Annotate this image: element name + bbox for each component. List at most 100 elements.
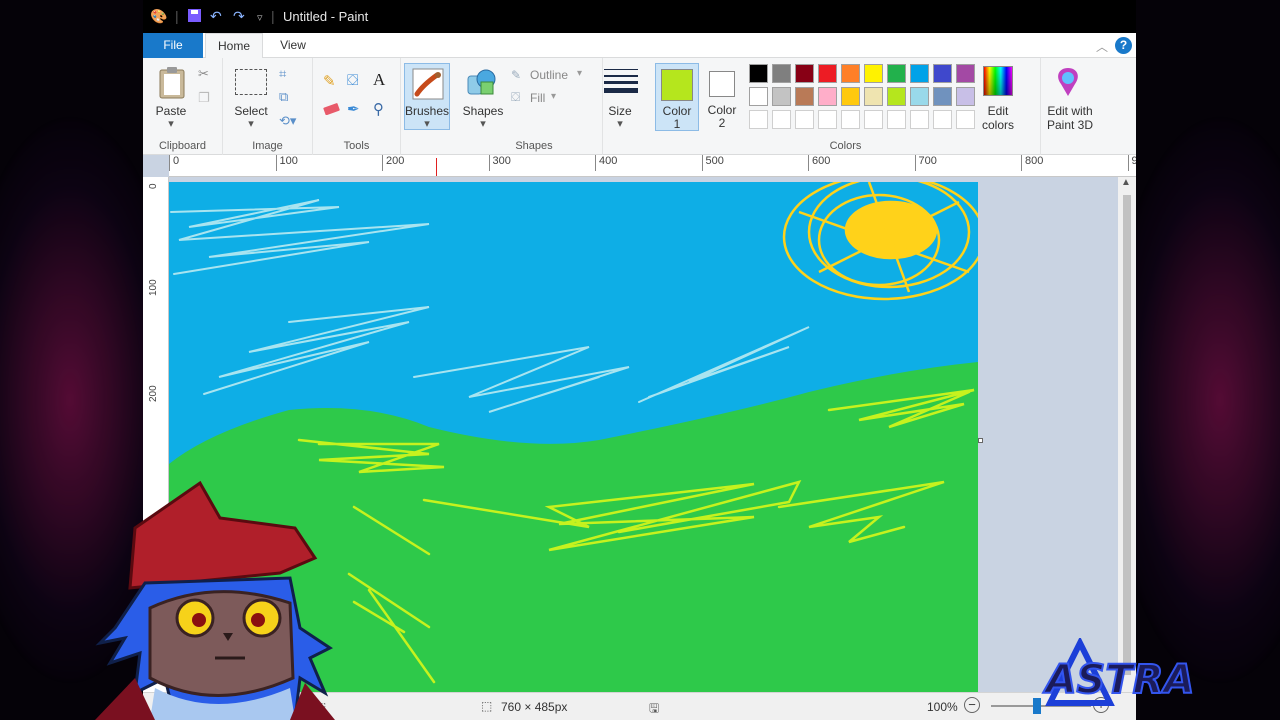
eraser-icon[interactable] <box>323 102 341 120</box>
palette-swatch[interactable] <box>864 64 883 83</box>
paste-button[interactable] <box>157 66 187 105</box>
palette-swatch[interactable] <box>749 87 768 106</box>
palette-swatch[interactable] <box>910 64 929 83</box>
colors-group-label: Colors <box>829 140 862 152</box>
tab-view[interactable]: View <box>268 33 318 58</box>
image-size-icon: ⬚ <box>481 699 493 713</box>
brushes-button[interactable]: Brushes ▾ <box>404 63 450 130</box>
ruler-tick-label: 500 <box>701 155 724 171</box>
size-button[interactable]: Size ▾ <box>603 58 651 136</box>
palette-swatch[interactable] <box>956 64 975 83</box>
custom-color-slot[interactable] <box>749 110 768 129</box>
ribbon-tabs: File Home View ︿ ? <box>143 33 1136 59</box>
scroll-up-icon[interactable]: ▲ <box>1121 177 1131 188</box>
image-size: 760 × 485px <box>501 700 568 714</box>
edit-colors-button[interactable] <box>983 66 1013 96</box>
select-label: Select <box>234 104 268 118</box>
palette-swatch[interactable] <box>933 64 952 83</box>
palette-swatch[interactable] <box>887 64 906 83</box>
palette-swatch[interactable] <box>795 64 814 83</box>
outline-dropdown-icon[interactable]: ▾ <box>577 68 582 79</box>
select-button[interactable] <box>235 69 267 95</box>
shapes-button[interactable] <box>465 66 499 103</box>
paint3d-group: Edit with Paint 3D <box>1041 58 1099 155</box>
shapes-group-label: Shapes <box>515 140 553 152</box>
text-icon[interactable]: A <box>373 70 385 90</box>
collapse-ribbon-icon[interactable]: ︿ <box>1096 38 1108 55</box>
undo-icon[interactable]: ↶ <box>210 8 222 25</box>
vertical-scrollbar[interactable]: ▲ <box>1118 177 1136 692</box>
shapes-dropdown-icon[interactable]: ▾ <box>461 117 505 130</box>
cut-icon[interactable]: ✂ <box>198 66 209 82</box>
help-icon[interactable]: ? <box>1115 37 1132 54</box>
ruler-cursor-marker <box>436 158 437 176</box>
fill-dropdown-icon[interactable]: ▾ <box>551 91 556 102</box>
title-bar: 🎨 | ↶ ↷ ▿ | Untitled - Paint <box>143 0 1136 33</box>
zoom-out-icon[interactable]: − <box>964 697 980 713</box>
palette-swatch[interactable] <box>772 64 791 83</box>
paint-app-icon: 🎨 <box>150 8 168 24</box>
paint3d-icon[interactable] <box>1053 66 1083 103</box>
fill-bucket-icon[interactable]: ⛋ <box>347 72 358 89</box>
ruler-tick-label: 100 <box>148 278 159 296</box>
custom-color-slot[interactable] <box>864 110 883 129</box>
resize-icon[interactable]: ⧉ <box>279 89 288 105</box>
palette-swatch[interactable] <box>795 87 814 106</box>
save-icon[interactable] <box>187 8 202 26</box>
separator: | <box>175 8 179 24</box>
custom-color-slot[interactable] <box>933 110 952 129</box>
palette-swatch[interactable] <box>818 87 837 106</box>
size-group: Size ▾ <box>603 58 651 155</box>
palette-swatch[interactable] <box>910 87 929 106</box>
ribbon: Paste ▾ ✂ ❐ Clipboard Select ▾ ⌗ ⧉ ⟲▾ Im… <box>143 58 1136 155</box>
palette-swatch[interactable] <box>772 87 791 106</box>
fill-label[interactable]: Fill <box>530 91 545 105</box>
custom-color-slot[interactable] <box>910 110 929 129</box>
custom-color-slot[interactable] <box>818 110 837 129</box>
brushes-dropdown-icon[interactable]: ▾ <box>405 117 449 130</box>
separator: | <box>271 8 275 24</box>
palette-swatch[interactable] <box>818 64 837 83</box>
image-group: Select ▾ ⌗ ⧉ ⟲▾ Image <box>223 58 313 155</box>
palette-swatch[interactable] <box>864 87 883 106</box>
palette-swatch[interactable] <box>841 64 860 83</box>
select-dropdown-icon[interactable]: ▾ <box>228 117 274 130</box>
custom-color-slot[interactable] <box>772 110 791 129</box>
custom-color-slot[interactable] <box>841 110 860 129</box>
color1-number: 1 <box>673 117 681 131</box>
palette-swatch[interactable] <box>749 64 768 83</box>
canvas-resize-handle[interactable] <box>978 438 983 443</box>
palette-swatch[interactable] <box>933 87 952 106</box>
copy-icon[interactable]: ❐ <box>198 90 210 106</box>
tab-home[interactable]: Home <box>205 33 263 59</box>
custom-color-slot[interactable] <box>887 110 906 129</box>
ruler-tick-label: 600 <box>808 155 830 171</box>
tab-file[interactable]: File <box>143 33 203 58</box>
color-picker-icon[interactable]: ✒ <box>347 100 360 118</box>
color2-number: 2 <box>718 116 726 130</box>
palette-swatch[interactable] <box>887 87 906 106</box>
outline-icon[interactable]: ✎ <box>511 68 521 82</box>
custom-color-slot[interactable] <box>795 110 814 129</box>
tools-group-label: Tools <box>343 140 370 152</box>
fill-icon[interactable]: ⛋ <box>511 90 520 105</box>
colors-group: Color 1 Color 2 Edit colors Colors <box>651 58 1041 155</box>
size-dropdown-icon[interactable]: ▾ <box>598 117 642 130</box>
ruler-tick-label: 100 <box>275 155 298 171</box>
crop-icon[interactable]: ⌗ <box>279 66 286 82</box>
redo-icon[interactable]: ↷ <box>233 8 245 25</box>
customize-toolbar-icon[interactable]: ▿ <box>257 11 263 24</box>
magnifier-icon[interactable]: ⚲ <box>373 100 384 118</box>
scrollbar-thumb[interactable] <box>1123 195 1131 675</box>
paste-dropdown-icon[interactable]: ▾ <box>151 117 191 130</box>
outline-label[interactable]: Outline <box>530 68 568 82</box>
ruler-tick-label: 400 <box>595 155 617 171</box>
palette-swatch[interactable] <box>841 87 860 106</box>
ruler-tick-label: 300 <box>488 155 511 171</box>
color2-button[interactable]: Color 2 <box>701 63 745 131</box>
pencil-icon[interactable]: ✎ <box>323 72 336 90</box>
paint3d-label: Edit with <box>1047 104 1093 118</box>
rotate-icon[interactable]: ⟲▾ <box>279 113 296 129</box>
color2-label: Color <box>707 103 737 117</box>
color1-button[interactable]: Color 1 <box>655 63 699 131</box>
